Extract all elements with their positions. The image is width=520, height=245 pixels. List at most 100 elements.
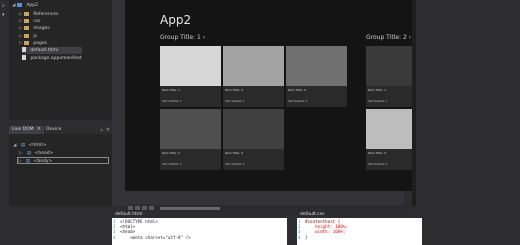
tile-caption: Item Title: 2 Item Subtitle: 2 — [366, 149, 412, 170]
search-icon[interactable]: ⌕ — [2, 3, 5, 9]
zoom-icon[interactable] — [128, 206, 133, 210]
tile-title: Item Title: 3 — [225, 88, 244, 92]
tree-item-label: js — [33, 34, 37, 39]
snap-icon[interactable] — [142, 206, 147, 210]
code-editor-html[interactable]: 1 2 3 4 <!DOCTYPE html> <html> <head> <m… — [112, 218, 287, 245]
tree-project-app2[interactable]: ◢ App2 — [12, 2, 38, 9]
expand-arrow-icon[interactable]: ▷ — [19, 41, 22, 46]
code-line: } — [305, 234, 308, 240]
device-icon[interactable] — [149, 206, 154, 210]
folder-icon — [23, 18, 29, 23]
tile-image — [366, 109, 412, 149]
tile-title: Item Title: 2 — [368, 151, 387, 155]
tree-item-images[interactable]: ▷ images — [19, 25, 50, 32]
tree-item-css[interactable]: ▷ css — [19, 18, 41, 25]
app-title: App2 — [160, 13, 192, 27]
project-icon — [16, 2, 22, 7]
tile-image — [223, 109, 284, 149]
html-file-icon — [22, 47, 26, 52]
tile-item-1[interactable]: Item Title: 1 Item Subtitle: 1 — [160, 46, 221, 107]
tile-caption: Item Title: 1 Item Subtitle: 1 — [366, 86, 412, 107]
code-editor-css[interactable]: 1 2 3 4 #contenthost { height: 100%; wid… — [297, 218, 422, 245]
tree-item-label: References — [33, 12, 59, 17]
tile-group2-item-2[interactable]: Item Title: 2 Item Subtitle: 2 — [366, 109, 412, 170]
tile-subtitle: Item Subtitle: 3 — [225, 100, 245, 103]
group-title: Group Title: 2 — [366, 34, 407, 41]
close-icon[interactable]: ✕ — [106, 127, 110, 133]
solution-explorer: ◢ App2 ▷ References ▷ css ▷ images ▷ js … — [9, 0, 112, 120]
line-number: 4 — [298, 234, 301, 240]
element-icon: ▤ — [26, 151, 32, 156]
app-preview: App2 Group Title: 1 › Group Title: 2 › I… — [125, 0, 412, 191]
tile-group2-item-1[interactable]: Item Title: 1 Item Subtitle: 1 — [366, 46, 412, 107]
pin-icon[interactable]: ⊥ — [100, 127, 104, 133]
tile-item-3[interactable]: Item Title: 3 Item Subtitle: 3 — [223, 46, 284, 107]
element-icon: ▤ — [25, 159, 31, 164]
tree-item-default-html[interactable]: default.html — [22, 47, 82, 54]
expand-arrow-icon[interactable]: ◢ — [13, 143, 16, 148]
group-header-1[interactable]: Group Title: 1 › — [160, 34, 205, 41]
tile-subtitle: Item Subtitle: 5 — [288, 100, 308, 103]
tab-label: Live DOM — [12, 127, 34, 132]
tree-item-pages[interactable]: ▷ pages — [19, 40, 47, 47]
designer-toolbar — [126, 205, 412, 212]
dom-node-label: <html> — [28, 143, 47, 148]
folder-icon — [23, 40, 29, 45]
right-panel — [412, 0, 520, 206]
expand-arrow-icon[interactable]: ◢ — [12, 3, 15, 8]
dom-node-body[interactable]: ▷ ▤ <body> — [17, 157, 109, 164]
dom-node-head[interactable]: ▷ ▤ <head> — [19, 150, 53, 157]
tab-device[interactable]: Device — [43, 126, 64, 134]
tile-subtitle: Item Subtitle: 4 — [225, 163, 245, 166]
dom-node-label: <head> — [34, 151, 54, 156]
tile-item-2[interactable]: Item Title: 2 Item Subtitle: 2 — [160, 109, 221, 170]
chevron-right-icon: › — [408, 34, 412, 41]
tile-title: Item Title: 1 — [162, 88, 181, 92]
tree-item-label: css — [33, 19, 41, 24]
folder-icon — [23, 11, 29, 16]
tree-item-label: default.html — [30, 48, 58, 53]
tile-image — [223, 46, 284, 86]
tile-item-5[interactable]: Item Title: 5 Item Subtitle: 5 — [286, 46, 347, 107]
tile-image — [366, 46, 412, 86]
dom-panel-tabs: Live DOM ✕ Device ⊥ ✕ — [9, 126, 112, 134]
dom-node-html[interactable]: ◢ ▤ <html> — [13, 142, 46, 149]
tile-subtitle: Item Subtitle: 1 — [162, 100, 182, 103]
tree-item-references[interactable]: ▷ References — [19, 11, 58, 18]
tree-item-js[interactable]: ▷ js — [19, 33, 37, 40]
expand-arrow-icon[interactable]: ▷ — [19, 151, 22, 156]
tile-image — [160, 109, 221, 149]
chevron-right-icon: › — [202, 34, 206, 41]
tile-caption: Item Title: 2 Item Subtitle: 2 — [160, 149, 221, 170]
vertical-splitter[interactable] — [412, 0, 416, 206]
project-label: App2 — [26, 3, 38, 8]
chevron-down-icon[interactable]: ▾ — [2, 12, 5, 18]
line-number: 4 — [113, 234, 116, 240]
tile-caption: Item Title: 3 Item Subtitle: 3 — [223, 86, 284, 107]
expand-arrow-icon[interactable]: ▷ — [19, 34, 22, 39]
tile-title: Item Title: 4 — [225, 151, 244, 155]
tile-image — [286, 46, 347, 86]
group-header-2[interactable]: Group Title: 2 › — [366, 34, 411, 41]
tree-item-package-manifest[interactable]: package.appxmanifest — [22, 55, 82, 62]
tile-item-4[interactable]: Item Title: 4 Item Subtitle: 4 — [223, 109, 284, 170]
group-title: Group Title: 1 — [160, 34, 201, 41]
expand-arrow-icon[interactable]: ▷ — [19, 19, 22, 24]
tree-item-label: package.appxmanifest — [30, 56, 82, 61]
grid-icon[interactable] — [135, 206, 140, 210]
dom-node-label: <body> — [33, 159, 53, 164]
close-icon[interactable]: ✕ — [37, 127, 41, 132]
expand-arrow-icon[interactable]: ▷ — [19, 26, 22, 31]
tile-caption: Item Title: 5 Item Subtitle: 5 — [286, 86, 347, 107]
horizontal-scrollbar-thumb[interactable] — [160, 207, 220, 210]
tab-live-dom[interactable]: Live DOM ✕ — [9, 126, 44, 134]
tile-image — [160, 46, 221, 86]
tree-item-label: images — [33, 26, 50, 31]
tree-item-label: pages — [33, 41, 47, 46]
tile-title: Item Title: 5 — [288, 88, 307, 92]
tile-title: Item Title: 1 — [368, 88, 387, 92]
element-icon: ▤ — [20, 143, 26, 148]
expand-arrow-icon[interactable]: ▷ — [18, 159, 21, 164]
expand-arrow-icon[interactable]: ▷ — [19, 12, 22, 17]
tile-title: Item Title: 2 — [162, 151, 181, 155]
